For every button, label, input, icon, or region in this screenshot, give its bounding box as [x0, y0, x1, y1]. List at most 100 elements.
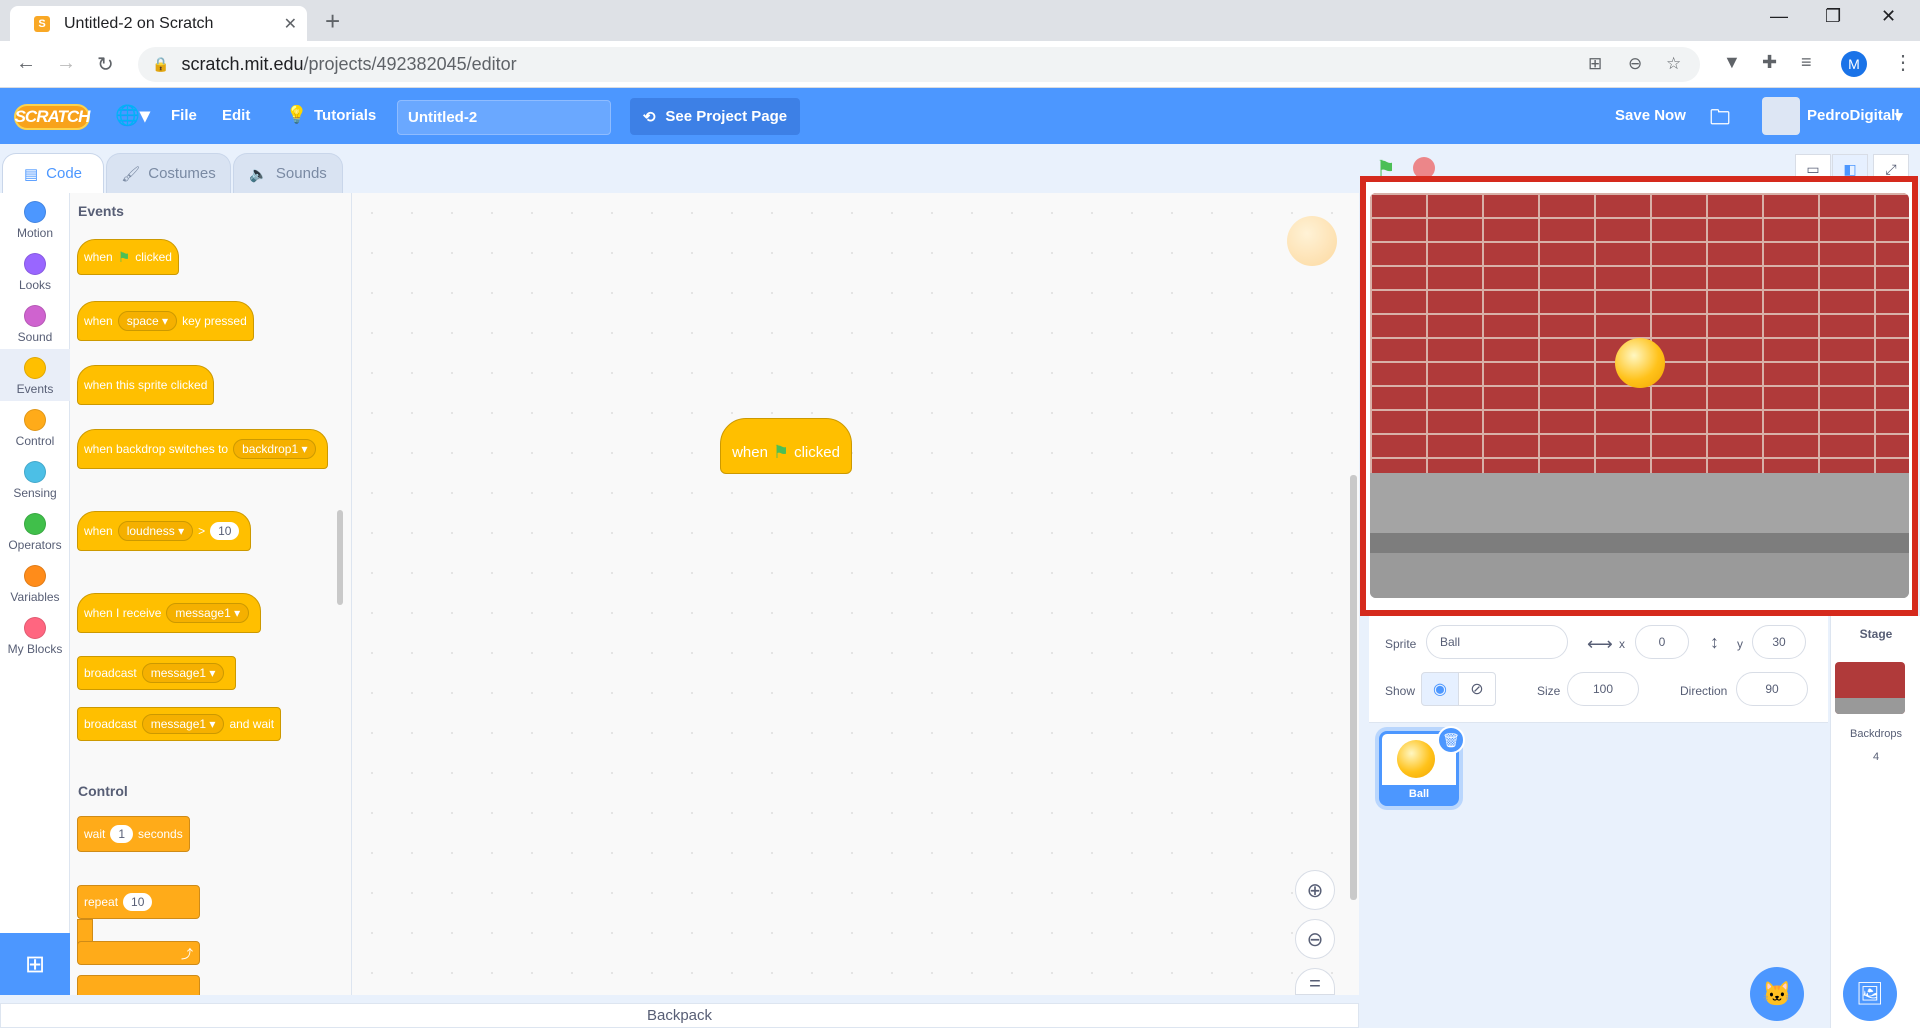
block-when-loudness[interactable]: when loudness ▾ >10 — [77, 511, 252, 551]
user-avatar[interactable] — [1762, 97, 1800, 135]
category-events[interactable]: Events — [0, 349, 70, 401]
y-label: y — [1737, 637, 1743, 651]
broadcast-wait-dropdown[interactable]: message1 ▾ — [141, 714, 225, 734]
backdrop-thumbnail[interactable] — [1835, 662, 1905, 714]
browser-tab-bar: S Untitled-2 on Scratch ✕ + — ❐ ✕ — [0, 0, 1920, 41]
show-visible-button[interactable]: ◉ — [1421, 672, 1459, 706]
category-motion[interactable]: Motion — [0, 193, 70, 245]
category-sound[interactable]: Sound — [0, 297, 70, 349]
backdrops-label: Backdrops — [1850, 728, 1902, 740]
window-close-icon[interactable]: ✕ — [1881, 6, 1896, 27]
profile-avatar[interactable]: M — [1841, 51, 1867, 77]
scratch-logo[interactable]: SCRATCH — [14, 104, 90, 130]
direction-input[interactable]: 90 — [1736, 672, 1808, 706]
code-workspace[interactable] — [352, 193, 1359, 995]
username[interactable]: PedroDigitall — [1807, 107, 1900, 124]
operators-dot-icon — [24, 513, 46, 535]
message-dropdown[interactable]: message1 ▾ — [166, 603, 250, 623]
tab-code[interactable]: ▤ Code — [2, 153, 104, 193]
block-broadcast-and-wait[interactable]: broadcast message1 ▾ and wait — [77, 707, 282, 741]
new-tab-icon[interactable]: + — [325, 6, 340, 37]
zoom-out-button[interactable]: ⊖ — [1295, 919, 1335, 959]
block-broadcast[interactable]: broadcast message1 ▾ — [77, 656, 237, 690]
y-input[interactable]: 30 — [1752, 625, 1806, 659]
zoom-in-button[interactable]: ⊕ — [1295, 870, 1335, 910]
backdrop-add-icon: 🖼 — [1856, 981, 1884, 1006]
y-arrows-icon: ↕ — [1710, 632, 1719, 652]
back-icon[interactable]: ← — [16, 52, 36, 75]
choose-sprite-button[interactable]: 🐱 — [1750, 967, 1804, 1021]
my-stuff-folder-icon[interactable]: 🗀 — [1710, 103, 1730, 137]
x-label: x — [1619, 637, 1625, 651]
tab-sounds[interactable]: 🔈 Sounds — [233, 153, 343, 193]
category-looks[interactable]: Looks — [0, 245, 70, 297]
wait-value[interactable]: 1 — [110, 825, 134, 843]
looks-dot-icon — [24, 253, 46, 275]
media-icon[interactable]: ≡ — [1801, 52, 1812, 73]
workspace-scrollbar[interactable] — [1350, 475, 1357, 900]
add-extension-button[interactable]: ⊞ — [0, 933, 70, 995]
stage-canvas[interactable] — [1370, 193, 1909, 598]
category-sensing[interactable]: Sensing — [0, 453, 70, 505]
events-dot-icon — [24, 357, 46, 379]
tab-costumes[interactable]: 🖌 Costumes — [106, 153, 231, 193]
repeat-footer: ⤴ — [77, 941, 200, 965]
direction-label: Direction — [1680, 684, 1728, 698]
minimize-icon[interactable]: — — [1770, 6, 1788, 27]
block-wait-seconds[interactable]: wait 1 seconds — [77, 816, 190, 852]
tutorials-menu[interactable]: Tutorials — [314, 107, 376, 124]
loudness-dropdown[interactable]: loudness ▾ — [117, 521, 194, 541]
restore-icon[interactable]: ❐ — [1825, 6, 1841, 27]
edit-menu[interactable]: Edit — [222, 107, 250, 124]
user-dropdown-caret-icon[interactable]: ▾ — [1895, 107, 1903, 125]
puzzle-icon[interactable]: ✚ — [1762, 52, 1777, 73]
language-globe-icon[interactable]: 🌐▾ — [115, 103, 150, 128]
zoom-icon[interactable]: ⊖ — [1628, 54, 1642, 74]
green-flag-icon: ⚑ — [117, 248, 131, 265]
ball-sprite[interactable] — [1615, 338, 1665, 388]
menu-kebab-icon[interactable]: ⋮ — [1893, 50, 1913, 75]
block-palette: Events when ⚑ clicked when space ▾ key press… — [70, 193, 352, 995]
choose-backdrop-button[interactable]: 🖼 — [1843, 967, 1897, 1021]
url-bar[interactable]: 🔒 scratch.mit.edu/projects/492382045/edi… — [138, 47, 1700, 82]
loudness-value[interactable]: 10 — [210, 522, 240, 540]
block-when-sprite-clicked[interactable]: when this sprite clicked — [77, 365, 215, 405]
translate-icon[interactable]: ⊞ — [1588, 54, 1602, 74]
sidewalk-backdrop — [1370, 473, 1909, 598]
workspace-block-when-flag-clicked[interactable]: when ⚑ clicked — [720, 418, 852, 474]
tutorials-bulb-icon: 💡 — [286, 105, 308, 124]
backpack-bar[interactable]: Backpack — [0, 1003, 1359, 1028]
palette-scrollbar[interactable] — [337, 510, 343, 605]
category-variables[interactable]: Variables — [0, 557, 70, 609]
category-my-blocks[interactable]: My Blocks — [0, 609, 70, 661]
show-hidden-button[interactable]: ⊘ — [1458, 672, 1496, 706]
zoom-out-icon: ⊖ — [1306, 928, 1324, 951]
category-control[interactable]: Control — [0, 401, 70, 453]
x-input[interactable]: 0 — [1635, 625, 1689, 659]
extension-icon[interactable]: ▼ — [1723, 52, 1741, 73]
file-menu[interactable]: File — [171, 107, 197, 124]
sprite-name-input[interactable]: Ball — [1426, 625, 1568, 659]
close-tab-icon[interactable]: ✕ — [284, 14, 297, 34]
browser-tab[interactable]: S Untitled-2 on Scratch ✕ — [10, 6, 307, 41]
bookmark-star-icon[interactable]: ☆ — [1666, 54, 1681, 74]
size-input[interactable]: 100 — [1567, 672, 1639, 706]
project-title-input[interactable]: Untitled-2 — [397, 100, 611, 135]
category-operators[interactable]: Operators — [0, 505, 70, 557]
block-repeat[interactable]: repeat 10 — [77, 885, 200, 919]
backdrop-dropdown[interactable]: backdrop1 ▾ — [233, 439, 317, 459]
broadcast-dropdown[interactable]: message1 ▾ — [141, 663, 225, 683]
key-dropdown[interactable]: space ▾ — [117, 311, 178, 331]
block-forever-partial[interactable] — [77, 975, 200, 995]
forward-icon[interactable]: → — [56, 52, 76, 75]
reload-icon[interactable]: ↻ — [97, 52, 114, 77]
see-project-page-button[interactable]: ⟲ See Project Page — [630, 98, 800, 135]
repeat-value[interactable]: 10 — [123, 893, 153, 911]
block-when-key-pressed[interactable]: when space ▾ key pressed — [77, 301, 254, 341]
block-when-backdrop-switches[interactable]: when backdrop switches to backdrop1 ▾ — [77, 429, 329, 469]
block-when-i-receive[interactable]: when I receive message1 ▾ — [77, 593, 262, 633]
delete-sprite-button[interactable]: 🗑 — [1437, 726, 1465, 754]
sound-dot-icon — [24, 305, 46, 327]
block-when-flag-clicked[interactable]: when ⚑ clicked — [77, 239, 179, 275]
save-now-button[interactable]: Save Now — [1615, 107, 1686, 124]
